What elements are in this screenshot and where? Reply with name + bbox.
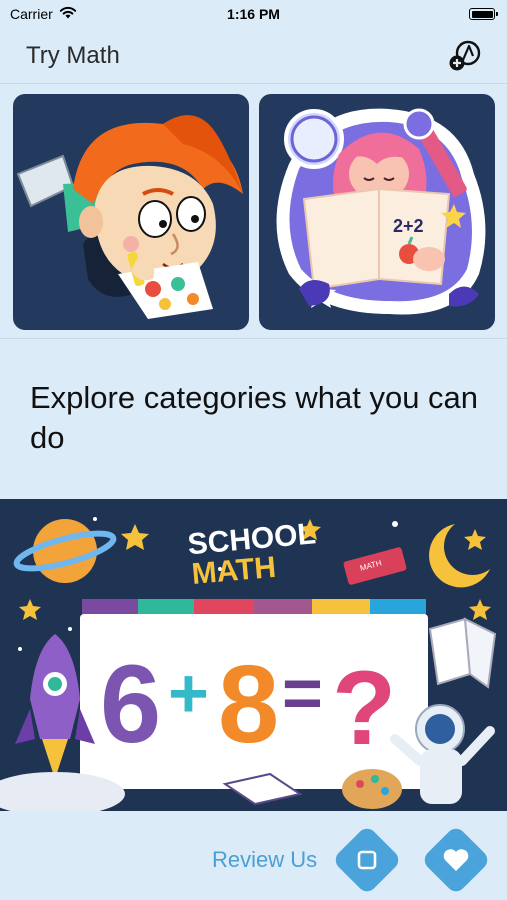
boy-drawing-illustration — [16, 115, 243, 319]
review-us-button[interactable]: Review Us — [212, 847, 317, 873]
school-math-illustration: SCHOOL MATH MATH 6 + 8 = ? — [0, 517, 497, 811]
bottom-bar: Review Us — [0, 811, 507, 900]
add-drawing-icon[interactable] — [445, 36, 485, 76]
nav-bar: Try Math — [0, 28, 507, 84]
boy-drawing-card[interactable] — [13, 94, 249, 330]
section-divider — [0, 338, 507, 339]
girl-reading-illustration: 2+2 — [276, 108, 486, 315]
wifi-icon — [59, 6, 77, 22]
carrier-label: Carrier — [10, 6, 53, 22]
favorite-button[interactable] — [420, 824, 492, 896]
status-bar: Carrier 1:16 PM — [0, 0, 507, 28]
book-equation-text: 2+2 — [393, 216, 424, 236]
school-math-banner[interactable]: SCHOOL MATH MATH 6 + 8 = ? — [0, 499, 507, 811]
heart-icon — [422, 826, 490, 894]
equation-a: 6 — [100, 643, 161, 766]
battery-icon — [469, 8, 498, 20]
equation-result: ? — [332, 650, 396, 767]
girl-reading-card[interactable]: 2+2 — [259, 94, 495, 330]
explore-heading: Explore categories what you can do — [30, 380, 479, 455]
clock: 1:16 PM — [227, 6, 280, 22]
stop-button[interactable] — [331, 824, 403, 896]
equation-op2: = — [282, 654, 323, 732]
square-icon — [333, 826, 401, 894]
equation-op1: + — [168, 654, 209, 732]
illustration-cards: 2+2 — [13, 94, 495, 330]
equation-b: 8 — [218, 643, 279, 766]
page-title: Try Math — [26, 41, 120, 69]
banner-title-line2: MATH — [190, 551, 277, 591]
